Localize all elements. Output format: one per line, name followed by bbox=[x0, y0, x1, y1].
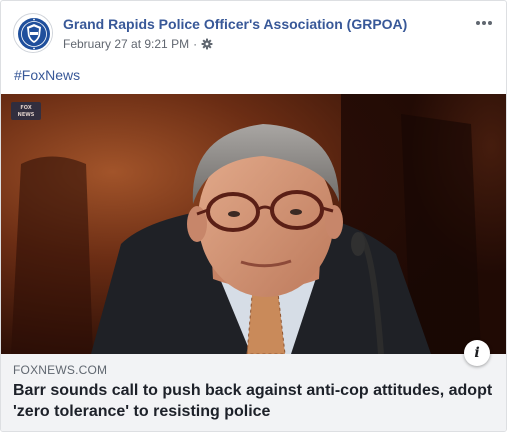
gear-icon[interactable] bbox=[201, 38, 213, 50]
svg-text:NEWS: NEWS bbox=[18, 112, 35, 118]
link-title[interactable]: Barr sounds call to push back against an… bbox=[13, 380, 493, 422]
page-name-link[interactable]: Grand Rapids Police Officer's Associatio… bbox=[63, 16, 407, 32]
meta-separator: · bbox=[193, 37, 198, 51]
post-hashtag-link[interactable]: #FoxNews bbox=[14, 67, 80, 83]
more-options-icon bbox=[476, 21, 492, 25]
link-preview-card[interactable]: FOX NEWS i FOXNEWS.COM Barr sounds call … bbox=[1, 94, 506, 431]
link-preview-image[interactable]: FOX NEWS bbox=[1, 94, 506, 354]
more-options-button[interactable] bbox=[472, 13, 496, 33]
grpoa-logo bbox=[15, 15, 52, 52]
facebook-post: Grand Rapids Police Officer's Associatio… bbox=[0, 0, 507, 432]
svg-text:FOX: FOX bbox=[20, 105, 31, 111]
post-meta: February 27 at 9:21 PM · bbox=[63, 37, 213, 51]
post-header: Grand Rapids Police Officer's Associatio… bbox=[1, 1, 506, 65]
post-timestamp[interactable]: February 27 at 9:21 PM bbox=[63, 37, 189, 51]
news-photo: FOX NEWS bbox=[1, 94, 506, 354]
page-avatar[interactable] bbox=[13, 13, 53, 53]
info-button[interactable]: i bbox=[464, 340, 490, 366]
link-domain: FOXNEWS.COM bbox=[13, 363, 108, 377]
